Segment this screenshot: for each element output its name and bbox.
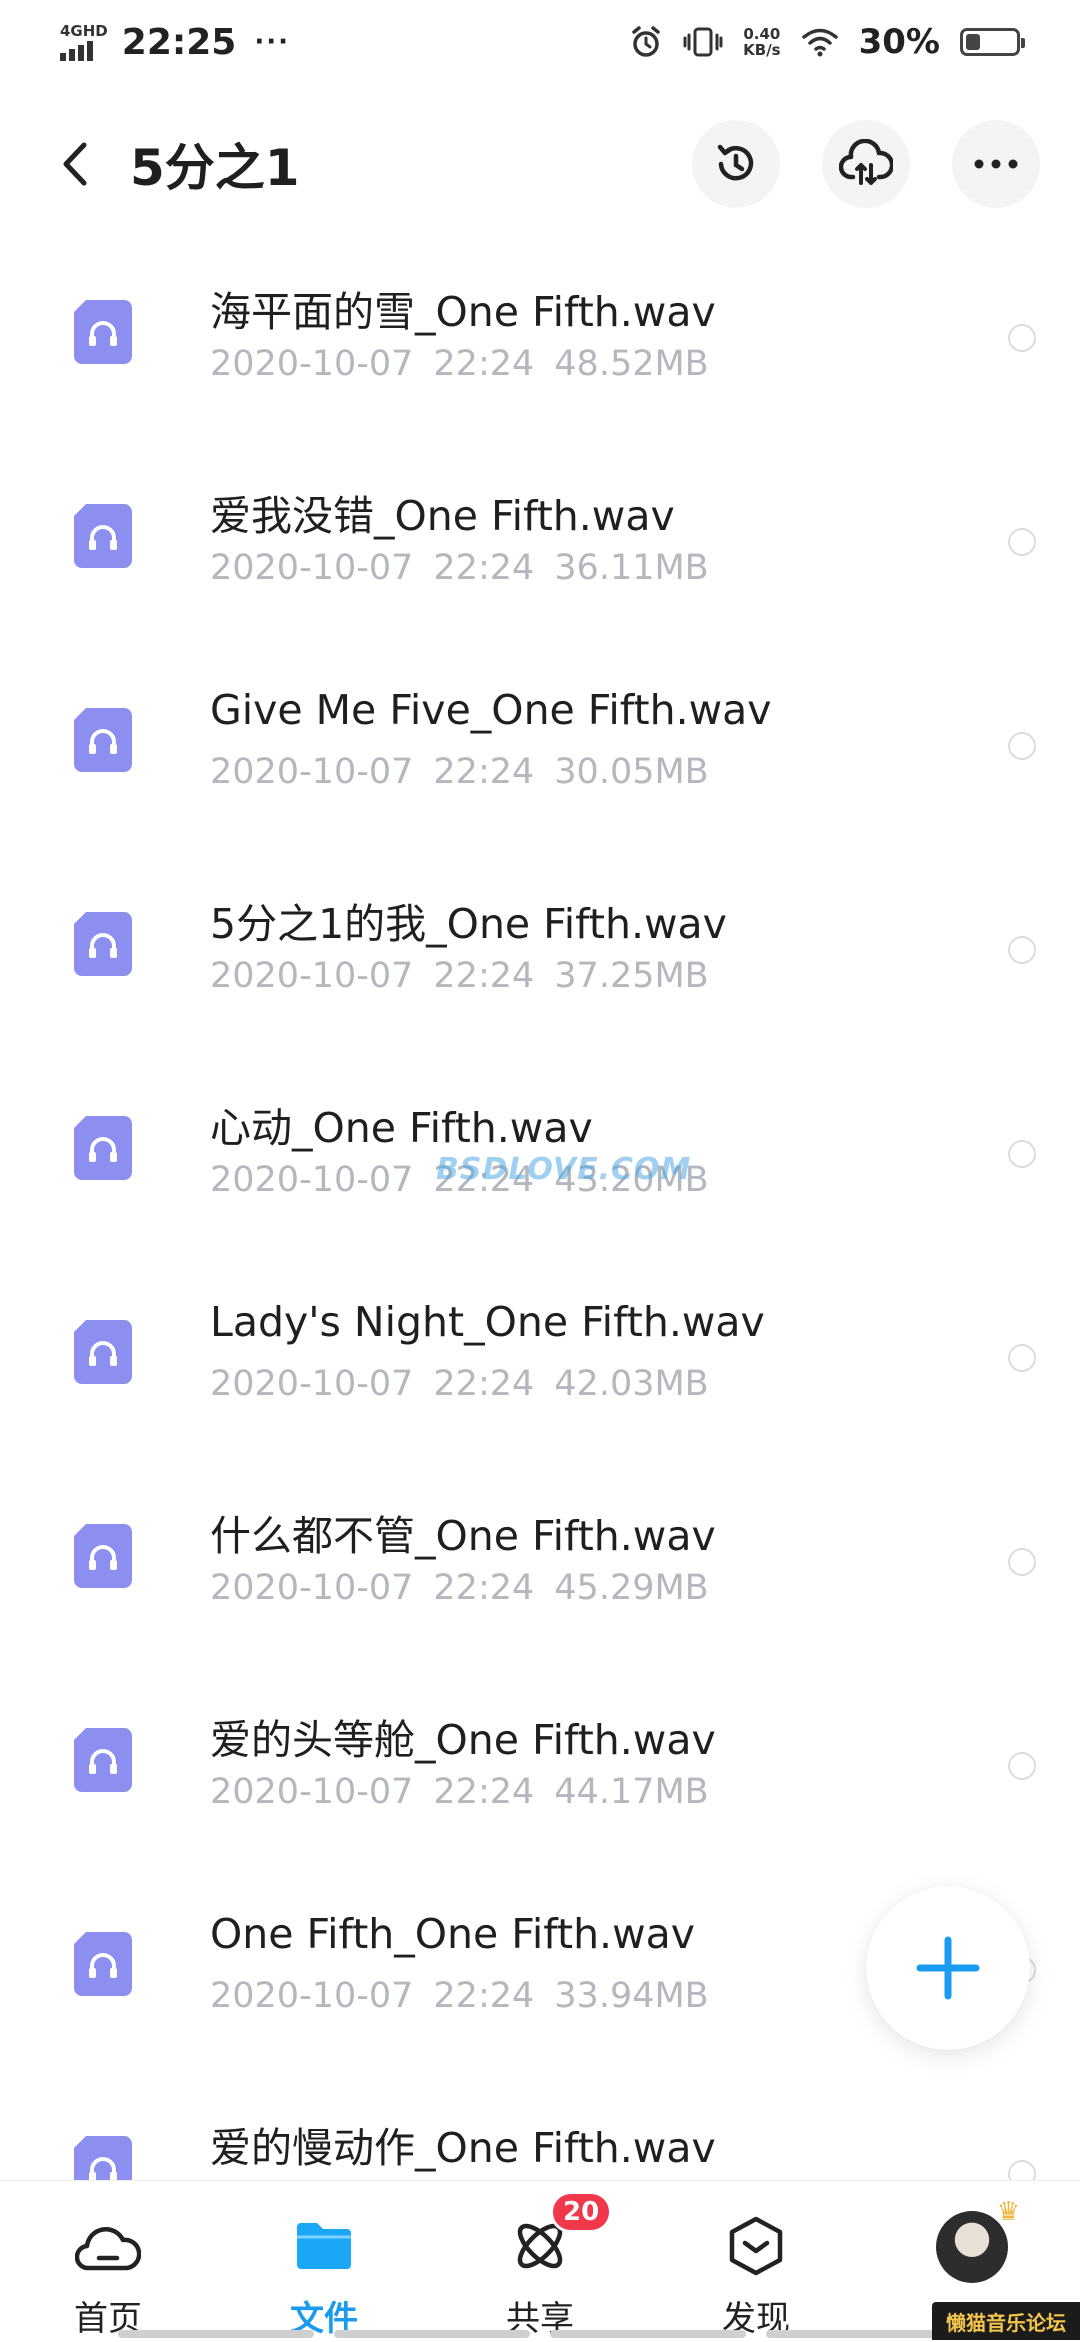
watermark: BSDLOVE.COM [436, 1152, 692, 1187]
cloud-home-icon [75, 2226, 141, 2271]
discover-icon [729, 2216, 783, 2276]
cloud-transfer-button[interactable] [822, 120, 910, 208]
select-checkbox[interactable] [1008, 732, 1036, 760]
file-name: Give Me Five_One Fifth.wav [210, 686, 772, 734]
select-checkbox[interactable] [1008, 1344, 1036, 1372]
audio-file-icon [74, 1524, 132, 1588]
share-badge: 20 [550, 2191, 613, 2233]
select-checkbox[interactable] [1008, 1548, 1036, 1576]
more-options-button[interactable] [952, 120, 1040, 208]
audio-file-icon [74, 504, 132, 568]
avatar: ♛ [936, 2197, 1020, 2283]
file-name: Lady's Night_One Fifth.wav [210, 1298, 765, 1346]
file-meta: 2020-10-07 22:24 48.52MB [210, 344, 709, 384]
more-notifications-icon: ··· [254, 27, 290, 57]
select-checkbox[interactable] [1008, 2160, 1036, 2180]
audio-file-icon [74, 1932, 132, 1996]
nav-share[interactable]: 20 共享 [432, 2181, 648, 2340]
file-meta: 2020-10-07 22:24 36.11MB [210, 548, 709, 588]
nav-home[interactable]: 首页 [0, 2181, 216, 2340]
network-speed: 0.40 KB/s [743, 25, 781, 59]
wifi-icon [801, 28, 838, 57]
select-checkbox[interactable] [1008, 324, 1036, 352]
chevron-left-icon [63, 142, 87, 186]
history-button[interactable] [692, 120, 780, 208]
audio-file-icon [74, 1728, 132, 1792]
cellular-signal-icon: 4GHD [60, 21, 108, 61]
crown-icon: ♛ [996, 2197, 1020, 2227]
battery-icon [960, 28, 1025, 56]
select-checkbox[interactable] [1008, 1140, 1036, 1168]
audio-file-icon [74, 1320, 132, 1384]
file-item[interactable]: 爱的头等舱_One Fifth.wav 2020-10-07 22:24 44.17… [0, 1668, 1080, 1872]
select-checkbox[interactable] [1008, 1752, 1036, 1780]
nav-files[interactable]: 文件 [216, 2181, 432, 2340]
audio-file-icon [74, 2136, 132, 2180]
file-name: One Fifth_One Fifth.wav [210, 1910, 696, 1958]
file-meta: 2020-10-07 22:24 30.05MB [210, 752, 709, 792]
page-title: 5分之1 [130, 139, 300, 197]
file-item[interactable]: 爱的慢动作_One Fifth.wav [0, 2076, 1080, 2180]
cloud-transfer-icon [839, 139, 893, 185]
file-meta: 2020-10-07 22:24 44.17MB [210, 1772, 709, 1812]
gesture-bar [0, 2330, 1080, 2338]
file-item[interactable]: 爱我没错_One Fifth.wav 2020-10-07 22:24 36.11M… [0, 444, 1080, 648]
file-name: 海平面的雪_One Fifth.wav [210, 288, 716, 336]
add-button[interactable] [866, 1886, 1030, 2050]
file-item[interactable]: 5分之1的我_One Fifth.wav 2020-10-07 22:24 37.2… [0, 852, 1080, 1056]
file-name: 心动_One Fifth.wav [210, 1104, 593, 1152]
plus-icon [916, 1936, 980, 2000]
back-button[interactable] [50, 134, 100, 194]
file-item[interactable]: 海平面的雪_One Fifth.wav 2020-10-07 22:24 48.52… [0, 240, 1080, 444]
select-checkbox[interactable] [1008, 936, 1036, 964]
status-time: 22:25 [121, 21, 237, 63]
file-meta: 2020-10-07 22:24 45.29MB [210, 1568, 709, 1608]
status-bar: 4GHD 22:25 ··· 0.40 KB/s 30% [0, 0, 1080, 84]
forum-watermark: 懒猫音乐论坛 [932, 2302, 1080, 2340]
file-item[interactable]: Lady's Night_One Fifth.wav 2020-10-07 22:… [0, 1260, 1080, 1464]
file-name: 5分之1的我_One Fifth.wav [210, 900, 727, 948]
select-checkbox[interactable] [1008, 528, 1036, 556]
nav-discover[interactable]: 发现 [648, 2181, 864, 2340]
alarm-icon [632, 26, 660, 57]
audio-file-icon [74, 1116, 132, 1180]
file-list: 海平面的雪_One Fifth.wav 2020-10-07 22:24 48.52… [0, 240, 1080, 2180]
folder-icon [297, 2223, 351, 2269]
file-name: 爱的头等舱_One Fifth.wav [210, 1716, 716, 1764]
file-meta: 2020-10-07 22:24 42.03MB [210, 1364, 709, 1404]
file-item[interactable]: 什么都不管_One Fifth.wav 2020-10-07 22:24 45.29… [0, 1464, 1080, 1668]
history-icon [717, 144, 754, 181]
file-name: 爱的慢动作_One Fifth.wav [210, 2124, 716, 2172]
battery-percent: 30% [858, 22, 940, 62]
audio-file-icon [74, 300, 132, 364]
file-name: 什么都不管_One Fifth.wav [210, 1512, 716, 1560]
file-name: 爱我没错_One Fifth.wav [210, 492, 675, 540]
more-horizontal-icon [974, 159, 1018, 169]
audio-file-icon [74, 708, 132, 772]
header: 5分之1 [0, 84, 1080, 244]
network-type: 4GHD [60, 21, 108, 40]
audio-file-icon [74, 912, 132, 976]
file-item[interactable]: Give Me Five_One Fifth.wav 2020-10-07 22:… [0, 648, 1080, 852]
file-meta: 2020-10-07 22:24 37.25MB [210, 956, 709, 996]
vibrate-icon [683, 27, 723, 57]
bottom-nav: 首页 文件 20 共享 发现 ♛ [0, 2180, 1080, 2341]
file-meta: 2020-10-07 22:24 33.94MB [210, 1976, 709, 2016]
